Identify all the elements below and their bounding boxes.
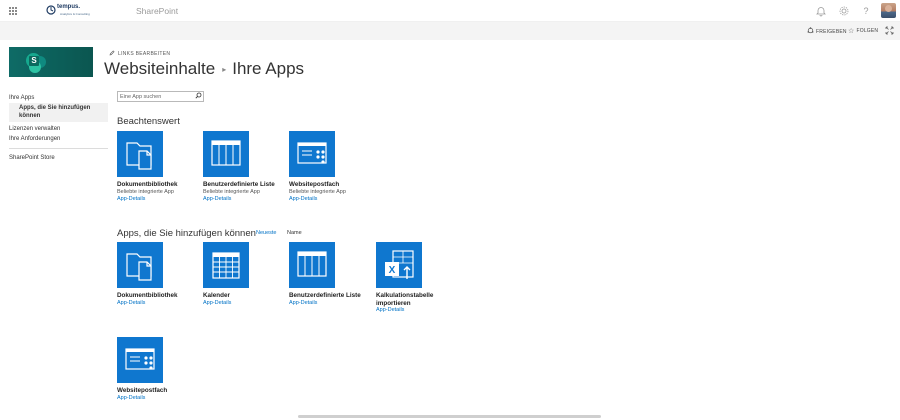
app-name[interactable]: SharePoint — [136, 6, 178, 16]
share-button[interactable]: FREIGEBEN — [807, 27, 847, 36]
nav-item-your-requests[interactable]: Ihre Anforderungen — [9, 134, 108, 144]
star-icon: ☆ — [848, 28, 855, 35]
site-mailbox-icon[interactable] — [289, 131, 335, 177]
logo-subtitle: Analytics & Consulting — [60, 12, 90, 16]
action-bar: FREIGEBEN ☆ FOLGEN — [0, 22, 900, 40]
follow-button[interactable]: ☆ FOLGEN — [848, 27, 878, 35]
focus-content-icon[interactable] — [885, 26, 894, 37]
nav-item-apps-you-can-add[interactable]: Apps, die Sie hinzufügen können — [9, 103, 108, 122]
tile-import-spreadsheet: X Kalkulationstabelle importieren App-De… — [376, 242, 462, 314]
breadcrumb-separator-icon: ▸ — [222, 64, 227, 74]
share-icon — [807, 27, 814, 36]
share-label: FREIGEBEN — [816, 28, 847, 35]
logo-text: tempus. — [57, 4, 81, 10]
app-details-link[interactable]: App-Details — [117, 300, 203, 307]
bell-icon[interactable] — [815, 5, 827, 17]
page-title: Websiteinhalte ▸ Ihre Apps — [104, 59, 304, 79]
import-spreadsheet-icon[interactable]: X — [376, 242, 422, 288]
search-input[interactable] — [120, 92, 194, 101]
edit-links-label: LINKS BEARBEITEN — [118, 51, 171, 57]
app-details-link[interactable]: App-Details — [203, 300, 289, 307]
tile-calendar: Kalender App-Details — [203, 242, 289, 307]
tile-title[interactable]: Websitepostfach — [117, 387, 203, 395]
tile-description: Beliebte integrierte App — [203, 188, 260, 195]
tile-title[interactable]: Dokumentbibliothek — [117, 181, 203, 189]
tile-title[interactable]: Kalender — [203, 292, 289, 300]
tempus-logo[interactable]: tempus. Analytics & Consulting — [46, 4, 106, 18]
calendar-icon[interactable] — [203, 242, 249, 288]
nav-item-sharepoint-store[interactable]: SharePoint Store — [9, 153, 108, 163]
tile-title[interactable]: Dokumentbibliothek — [117, 292, 203, 300]
site-mailbox-icon[interactable] — [117, 337, 163, 383]
tile-description: Beliebte integrierte App — [289, 188, 346, 195]
sort-name-link[interactable]: Name — [287, 230, 302, 236]
nav-divider — [9, 148, 108, 149]
search-icon[interactable] — [195, 92, 202, 102]
document-library-icon[interactable] — [117, 242, 163, 288]
app-details-link[interactable]: App-Details — [289, 300, 375, 307]
custom-list-icon[interactable] — [289, 242, 335, 288]
custom-list-icon[interactable] — [203, 131, 249, 177]
addable-heading: Apps, die Sie hinzufügen können — [117, 228, 256, 239]
nav-item-your-apps[interactable]: Ihre Apps — [9, 93, 108, 103]
site-logo[interactable]: S — [9, 47, 93, 77]
tile-title[interactable]: Benutzerdefinierte Liste — [203, 181, 289, 189]
tile-document-library: Dokumentbibliothek App-Details — [117, 242, 203, 307]
tile-title[interactable]: Websitepostfach — [289, 181, 375, 189]
horizontal-scrollbar[interactable] — [298, 415, 601, 418]
document-library-icon[interactable] — [117, 131, 163, 177]
app-details-link[interactable]: App-Details — [203, 196, 289, 203]
gear-icon[interactable] — [838, 5, 850, 17]
help-icon[interactable]: ? — [860, 5, 872, 17]
tempus-logo-mark-icon — [46, 5, 56, 15]
avatar[interactable] — [881, 3, 896, 18]
app-details-link[interactable]: App-Details — [117, 395, 203, 402]
app-details-link[interactable]: App-Details — [376, 307, 462, 314]
tile-site-mailbox: Websitepostfach App-Details — [117, 337, 203, 402]
edit-links-button[interactable]: LINKS BEARBEITEN — [109, 50, 170, 58]
noteworthy-heading: Beachtenswert — [117, 116, 180, 127]
tile-description: Beliebte integrierte App — [117, 188, 174, 195]
nav-item-manage-licenses[interactable]: Lizenzen verwalten — [9, 124, 108, 134]
tile-noteworthy-custom-list: Benutzerdefinierte Liste Beliebte integr… — [203, 131, 289, 203]
tile-noteworthy-document-library: Dokumentbibliothek Beliebte integrierte … — [117, 131, 203, 203]
tile-noteworthy-site-mailbox: Websitepostfach Beliebte integrierte App… — [289, 131, 375, 203]
svg-text:X: X — [389, 265, 396, 276]
tile-custom-list: Benutzerdefinierte Liste App-Details — [289, 242, 375, 307]
suite-bar: tempus. Analytics & Consulting SharePoin… — [0, 0, 900, 22]
follow-label: FOLGEN — [856, 28, 879, 34]
breadcrumb-site-contents[interactable]: Websiteinhalte — [104, 59, 215, 79]
tile-title[interactable]: Kalkulationstabelle importieren — [376, 292, 462, 307]
app-details-link[interactable]: App-Details — [289, 196, 375, 203]
app-search-box — [117, 91, 204, 102]
tile-title[interactable]: Benutzerdefinierte Liste — [289, 292, 375, 300]
breadcrumb-your-apps: Ihre Apps — [232, 59, 305, 78]
sort-newest-link[interactable]: Neueste — [256, 230, 277, 236]
pencil-icon — [109, 50, 115, 58]
left-navigation: Ihre Apps Apps, die Sie hinzufügen könne… — [9, 93, 108, 163]
app-details-link[interactable]: App-Details — [117, 196, 203, 203]
app-launcher-icon[interactable] — [9, 7, 17, 15]
site-logo-letter: S — [29, 56, 39, 66]
